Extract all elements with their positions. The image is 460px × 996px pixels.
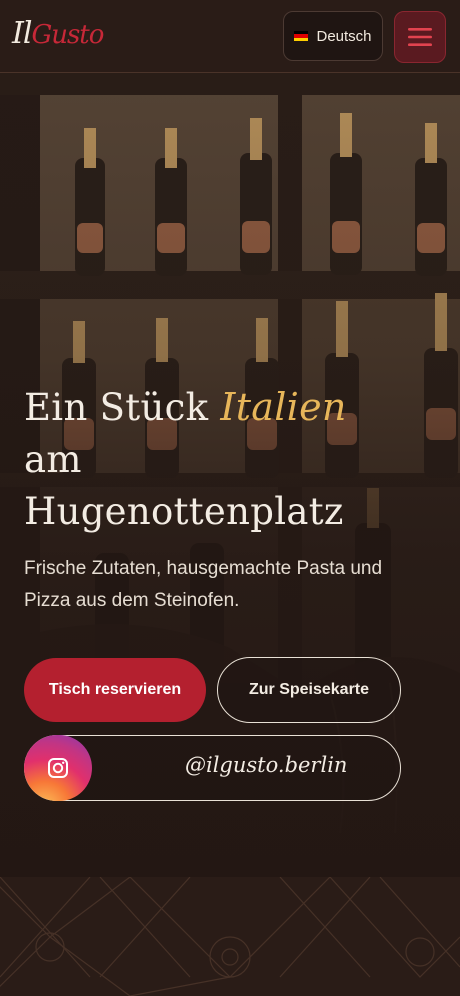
hero-title-accent: Italien: [220, 385, 347, 429]
hero-title-part3: Hugenottenplatz: [24, 490, 344, 533]
logo-il: Il: [12, 16, 32, 51]
language-label: Deutsch: [316, 27, 372, 45]
instagram-icon-badge: [24, 735, 92, 801]
top-bar: IlGusto Deutsch: [0, 0, 460, 73]
menu-button[interactable]: [394, 11, 446, 63]
view-menu-button[interactable]: Zur Speisekarte: [217, 657, 401, 723]
decorative-pattern-section: [0, 877, 460, 996]
tile-pattern-decoration: [0, 877, 460, 996]
hamburger-icon: [408, 28, 432, 46]
hero-title: Ein Stück Italien am Hugenottenplatz: [24, 381, 444, 538]
instagram-icon: [48, 758, 68, 778]
language-selector[interactable]: Deutsch: [283, 11, 383, 61]
hero-section: Ein Stück Italien am Hugenottenplatz Fri…: [0, 73, 460, 877]
hero-title-part1: Ein Stück: [24, 386, 209, 429]
instagram-handle: @ilgusto.berlin: [185, 753, 348, 777]
page: IlGusto Deutsch Ein Stück Italien am Hug…: [0, 0, 460, 996]
reserve-table-button[interactable]: Tisch reservieren: [24, 658, 206, 722]
logo-gusto: Gusto: [31, 20, 104, 50]
hero-title-part2: am: [24, 438, 82, 481]
hero-subtitle: Frische Zutaten, hausgemachte Pasta und …: [24, 558, 383, 611]
german-flag-icon: [294, 31, 309, 41]
instagram-button[interactable]: @ilgusto.berlin: [24, 735, 401, 801]
brand-logo[interactable]: IlGusto: [12, 16, 104, 51]
